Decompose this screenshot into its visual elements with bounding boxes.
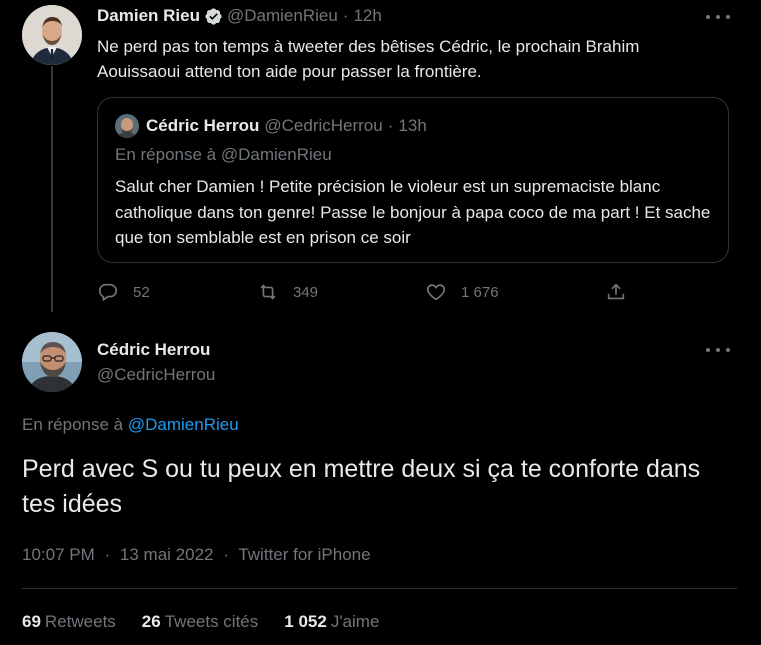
reply-to-handle-link[interactable]: @DamienRieu: [128, 415, 239, 434]
tweet2-author-name[interactable]: Cédric Herrou: [97, 340, 210, 360]
tweet1-header: Damien Rieu @DamienRieu · 12h: [97, 6, 382, 26]
quote-tweets-stat[interactable]: 26 Tweets cités: [142, 612, 258, 632]
tweet1-separator: ·: [342, 6, 349, 25]
avatar-cedric-herrou[interactable]: [22, 332, 82, 392]
avatar-cedric-herrou-image: [22, 332, 82, 392]
tweet1-text: Ne perd pas ton temps à tweeter des bêti…: [97, 37, 640, 81]
tweet1-author-handle[interactable]: @DamienRieu: [227, 6, 338, 26]
tweet1-time[interactable]: 12h: [353, 6, 381, 26]
share-icon: [607, 283, 625, 300]
retweets-count: 69: [22, 612, 41, 631]
quoted-time: 13h: [398, 116, 427, 135]
quoted-tweet-text: Salut cher Damien ! Petite précision le …: [115, 177, 711, 247]
share-button[interactable]: [605, 281, 641, 303]
tweet1-action-bar: 52 349 1 676: [97, 281, 637, 303]
likes-stat[interactable]: 1 052 J'aime: [284, 612, 379, 632]
likes-count: 1 052: [284, 612, 327, 631]
more-options-icon[interactable]: [706, 11, 730, 23]
tweet2-meta: 10:07 PM · 13 mai 2022 · Twitter for iPh…: [22, 545, 371, 565]
heart-icon: [426, 284, 446, 301]
like-button[interactable]: 1 676: [425, 281, 499, 303]
tweet2-timestamp[interactable]: 10:07 PM: [22, 545, 95, 564]
meta-separator: ·: [223, 545, 229, 564]
quoted-author-name: Cédric Herrou: [146, 116, 260, 135]
meta-separator: ·: [104, 545, 111, 564]
quoted-reply-to: En réponse à @DamienRieu: [115, 145, 332, 165]
more-options-icon[interactable]: [706, 344, 730, 356]
tweet2-source[interactable]: Twitter for iPhone: [238, 545, 370, 564]
retweets-stat[interactable]: 69 Retweets: [22, 612, 116, 632]
quoted-reply-prefix: En réponse à: [115, 145, 217, 164]
quote-tweets-count: 26: [141, 612, 161, 631]
tweet2-date[interactable]: 13 mai 2022: [120, 545, 214, 564]
reply-button[interactable]: 52: [97, 281, 150, 303]
avatar-damien-rieu[interactable]: [22, 5, 82, 65]
tweet2-author-handle[interactable]: @CedricHerrou: [97, 365, 215, 385]
retweets-label: Retweets: [44, 612, 116, 631]
quoted-author-handle: @CedricHerrou: [264, 116, 383, 135]
reply-count: 52: [133, 283, 150, 301]
divider: [22, 588, 737, 589]
like-count: 1 676: [461, 283, 499, 301]
retweet-count: 349: [293, 283, 319, 301]
reply-to-prefix: En réponse à: [22, 415, 124, 434]
tweet2-text: Perd avec S ou tu peux en mettre deux si…: [22, 455, 701, 518]
reply-icon: [98, 283, 118, 302]
quote-tweets-label: Tweets cités: [164, 612, 259, 631]
retweet-button[interactable]: 349: [257, 281, 318, 303]
retweet-icon: [260, 284, 276, 300]
tweet2-reply-to: En réponse à @DamienRieu: [22, 415, 239, 435]
quoted-tweet-header: Cédric Herrou @CedricHerrou · 13h: [115, 114, 427, 138]
tweet1-author-name[interactable]: Damien Rieu: [97, 6, 200, 26]
thread-connector-line: [51, 66, 53, 312]
quoted-reply-handle: @DamienRieu: [220, 145, 332, 164]
quoted-separator: ·: [387, 116, 394, 135]
verified-badge-icon: [204, 7, 223, 26]
likes-label: J'aime: [330, 612, 380, 631]
avatar-cedric-herrou-small: [115, 114, 139, 138]
avatar-damien-rieu-image: [22, 5, 82, 65]
tweet2-stats: 69 Retweets 26 Tweets cités 1 052 J'aime: [22, 612, 405, 632]
quoted-tweet-card[interactable]: Cédric Herrou @CedricHerrou · 13h En rép…: [97, 97, 729, 263]
